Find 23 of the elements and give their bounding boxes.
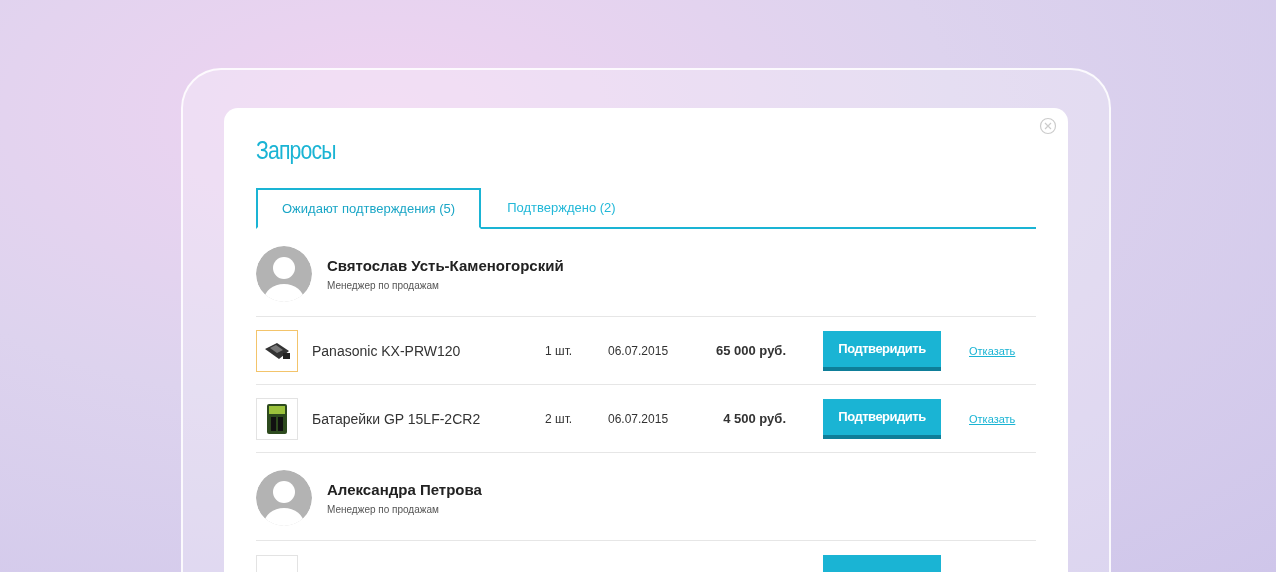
battery-pack-icon xyxy=(266,402,288,435)
modal-title: Запросы xyxy=(256,136,337,166)
price: 65 000 руб. xyxy=(715,343,786,358)
price: 4 500 руб. xyxy=(722,411,786,426)
reject-link[interactable]: Отказать xyxy=(969,344,1016,357)
tab[interactable]: Ожидают подтверждения (5) xyxy=(256,188,482,229)
confirm-button[interactable]: Подтверидить xyxy=(823,398,941,439)
product-name: Panasonic KX-PRW120 xyxy=(311,342,462,359)
avatar-silhouette-icon xyxy=(256,245,312,302)
quantity: 2 шт. xyxy=(545,411,574,426)
avatar-silhouette-icon xyxy=(256,469,312,526)
person-name: Александра Петрова xyxy=(327,480,482,498)
request-date: 06.07.2015 xyxy=(608,411,670,426)
confirm-button[interactable]: Подтверидить xyxy=(823,330,941,371)
tab[interactable]: Подтверждено (2) xyxy=(481,188,642,229)
request-date: 06.07.2015 xyxy=(608,343,670,358)
close-icon[interactable] xyxy=(1039,117,1057,135)
person-role: Менеджер по продажам xyxy=(327,503,440,515)
person-role: Менеджер по продажам xyxy=(327,279,440,291)
product-name: Батарейки GP 15LF-2CR2 xyxy=(311,410,482,427)
quantity: 1 шт. xyxy=(545,343,574,358)
person-name: Святослав Усть-Каменогорский xyxy=(327,256,564,274)
reject-link[interactable]: Отказать xyxy=(969,412,1016,425)
